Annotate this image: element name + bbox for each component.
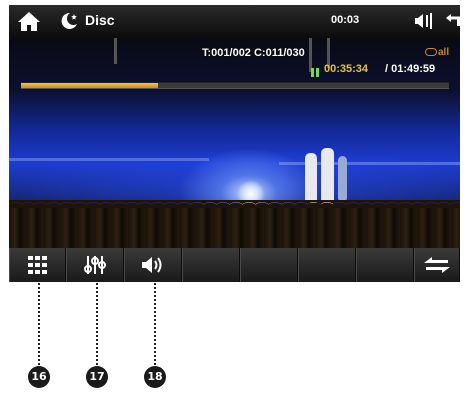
clock: 00:03: [331, 14, 360, 26]
total-time: / 01:49:59: [385, 63, 436, 75]
seek-bar[interactable]: [21, 82, 449, 89]
performer: [305, 153, 317, 203]
repeat-icon: [425, 48, 437, 57]
performer: [321, 148, 334, 204]
swap-arrows-icon: [424, 257, 450, 273]
control-slot[interactable]: [182, 248, 240, 282]
callout-leader-line: [38, 283, 40, 365]
performer: [338, 156, 347, 200]
swap-button[interactable]: [414, 248, 460, 282]
top-status-bar: Disc 00:03: [9, 5, 460, 38]
home-button[interactable]: [17, 10, 41, 32]
stage-rig: [114, 38, 117, 64]
callout-leader-line: [154, 283, 156, 365]
equalizer-button[interactable]: [66, 248, 124, 282]
volume-status-icon[interactable]: [414, 11, 436, 31]
callout-number: 17: [86, 366, 108, 388]
repeat-mode-indicator[interactable]: all: [425, 47, 449, 58]
light-beam: [9, 158, 209, 161]
home-icon: [18, 12, 40, 31]
control-slot[interactable]: [298, 248, 356, 282]
crowd: [9, 208, 460, 248]
callout-number: 18: [144, 366, 166, 388]
night-mode-icon[interactable]: [59, 11, 79, 31]
seek-bar-progress: [21, 83, 158, 88]
track-chapter-info: T:001/002 C:011/030: [202, 47, 305, 59]
back-arrow-icon: [446, 14, 460, 26]
head-unit-screen: Disc 00:03 T:001/002 C:011/030 all 00:35…: [9, 5, 460, 282]
callout-leader-line: [96, 283, 98, 365]
pause-icon: [311, 64, 319, 77]
bottom-control-bar: [9, 248, 460, 282]
back-button[interactable]: [443, 11, 460, 31]
volume-button[interactable]: [124, 248, 182, 282]
source-title: Disc: [85, 12, 115, 28]
repeat-mode-label: all: [438, 47, 450, 58]
callout-number: 16: [28, 366, 50, 388]
elapsed-time: 00:35:34: [324, 63, 369, 75]
equalizer-icon: [84, 256, 106, 274]
speaker-icon: [142, 257, 162, 273]
manual-figure: Disc 00:03 T:001/002 C:011/030 all 00:35…: [0, 0, 469, 393]
menu-grid-button[interactable]: [9, 248, 66, 282]
control-slot[interactable]: [240, 248, 298, 282]
grid-icon: [27, 256, 47, 274]
control-slot[interactable]: [356, 248, 414, 282]
